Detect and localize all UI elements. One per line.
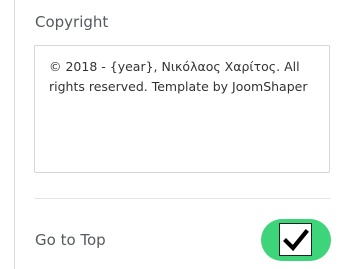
go-to-top-toggle[interactable] (261, 219, 331, 261)
toggle-checkbox[interactable] (279, 223, 312, 256)
divider (35, 198, 330, 199)
go-to-top-label: Go to Top (35, 231, 106, 249)
settings-panel: Copyright © 2018 - {year}, Νικόλαος Χαρί… (14, 0, 339, 269)
copyright-label: Copyright (35, 13, 109, 31)
checkmark-icon (282, 228, 309, 251)
copyright-textarea[interactable]: © 2018 - {year}, Νικόλαος Χαρίτος. All r… (34, 45, 330, 173)
